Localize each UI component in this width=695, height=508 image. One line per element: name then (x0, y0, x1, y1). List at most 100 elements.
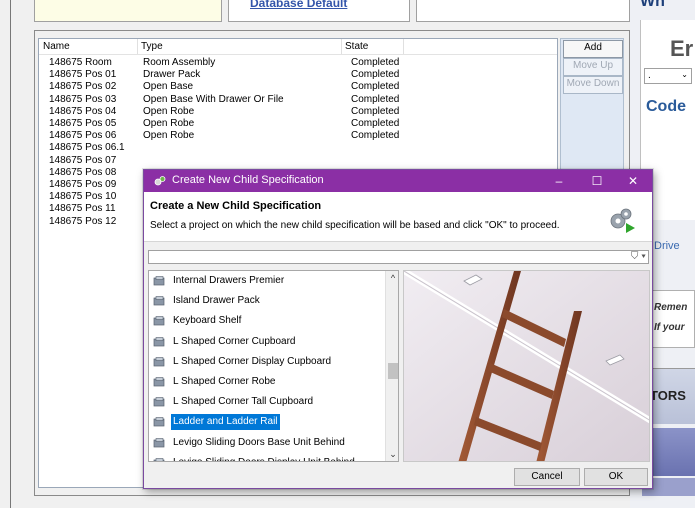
project-list-item-label: Levigo Sliding Doors Base Unit Behind (173, 436, 345, 448)
row-state: Completed (351, 105, 400, 117)
project-list-item[interactable]: Island Drawer Pack (153, 293, 381, 309)
project-icon (153, 397, 165, 407)
column-header-type[interactable]: Type (141, 41, 163, 52)
filter-icon[interactable]: ⛉ ▾ (626, 251, 646, 263)
row-name: 148675 Pos 06.1 (49, 142, 125, 154)
project-list-item[interactable]: Keyboard Shelf (153, 313, 381, 329)
row-name: 148675 Pos 11 (49, 203, 116, 215)
dialog-title: Create New Child Specification (172, 174, 324, 186)
row-type: Open Robe (143, 118, 195, 129)
project-list-item[interactable]: Levigo Sliding Doors Display Unit Behind (153, 455, 381, 461)
project-list-item[interactable]: Ladder and Ladder Rail (153, 414, 381, 431)
row-name: 148675 Pos 09 (49, 179, 117, 190)
cancel-button[interactable]: Cancel (514, 468, 580, 486)
project-list-item-label: Levigo Sliding Doors Display Unit Behind (171, 455, 357, 461)
top-left-panel (34, 0, 222, 22)
dialog-header: Create a New Child Specification Select … (144, 192, 652, 242)
project-icon (153, 296, 165, 306)
project-list-item[interactable]: L Shaped Corner Cupboard (153, 334, 381, 350)
dialog-title-bar[interactable]: Create New Child Specification – ☐ ✕ (144, 170, 652, 192)
row-state: Completed (351, 69, 400, 81)
reminder-text-1: Remen (654, 302, 688, 313)
project-list-item-label: Ladder and Ladder Rail (171, 414, 280, 431)
gears-icon (154, 176, 166, 186)
row-name: 148675 Pos 10 (49, 191, 117, 203)
database-link[interactable]: Database Default (250, 0, 390, 10)
project-list-item[interactable]: L Shaped Corner Display Cupboard (153, 354, 381, 370)
row-type: Open Robe (143, 130, 195, 142)
row-name: 148675 Pos 03 (49, 93, 117, 105)
project-icon (153, 336, 165, 346)
add-button[interactable]: Add (563, 40, 623, 58)
table-row[interactable]: 148675 Pos 06 Open Robe Completed (39, 130, 557, 142)
move-up-button[interactable]: Move Up (563, 58, 623, 76)
row-state: Completed (351, 81, 400, 93)
table-row[interactable]: 148675 Pos 07 (39, 155, 557, 167)
table-row[interactable]: 148675 Pos 05 Open Robe Completed (39, 118, 557, 130)
column-header-name[interactable]: Name (43, 41, 70, 52)
tors-label: TORS (650, 388, 686, 403)
table-row[interactable]: 148675 Pos 06.1 (39, 142, 557, 154)
table-row[interactable]: 148675 Pos 02 Open Base Completed (39, 81, 557, 93)
close-button[interactable]: ✕ (620, 172, 646, 190)
code-label: Code (646, 98, 686, 115)
project-list-item[interactable]: L Shaped Corner Robe (153, 374, 381, 390)
top-right-panel (416, 0, 630, 22)
project-icon (153, 417, 165, 427)
project-filter-input[interactable]: ⛉ ▾ (148, 250, 649, 264)
scroll-down-arrow-icon[interactable]: ⌄ (386, 447, 398, 461)
row-name: 148675 Room (49, 57, 112, 68)
row-type: Open Base With Drawer Or File (143, 93, 284, 105)
column-header-state[interactable]: State (345, 41, 368, 52)
minimize-button[interactable]: – (546, 172, 572, 190)
ok-button[interactable]: OK (584, 468, 648, 486)
project-icon (153, 457, 165, 461)
project-icon (153, 316, 165, 326)
project-list-item[interactable]: Levigo Sliding Doors Base Unit Behind (153, 435, 381, 451)
table-row[interactable]: 148675 Pos 01 Drawer Pack Completed (39, 69, 557, 81)
project-list-item[interactable]: Internal Drawers Premier (153, 273, 381, 289)
chevron-down-icon: ⌄ (681, 70, 688, 79)
column-separator[interactable] (403, 39, 404, 54)
reminder-box (646, 290, 695, 348)
table-row[interactable]: 148675 Pos 04 Open Robe Completed (39, 106, 557, 118)
scrollbar-thumb[interactable] (388, 363, 398, 379)
row-type: Open Robe (143, 105, 195, 117)
row-state: Completed (351, 93, 400, 105)
gears-icon (610, 208, 635, 233)
right-panel-dropdown[interactable]: . ⌄ (644, 68, 692, 84)
maximize-button[interactable]: ☐ (584, 172, 610, 190)
project-list-item[interactable]: L Shaped Corner Tall Cupboard (153, 394, 381, 410)
table-row[interactable]: 148675 Pos 03 Open Base With Drawer Or Fi… (39, 94, 557, 106)
dialog-heading: Create a New Child Specification (150, 200, 322, 212)
row-type: Room Assembly (143, 57, 216, 68)
drive-label: Drive (654, 240, 680, 252)
right-panel-top-text: Wh (640, 0, 665, 10)
row-name: 148675 Pos 02 (49, 81, 117, 93)
row-type: Open Base (143, 81, 194, 93)
row-type: Drawer Pack (143, 69, 201, 81)
move-down-button[interactable]: Move Down (563, 76, 623, 94)
row-name: 148675 Pos 12 (49, 215, 117, 227)
project-list-item-label: Island Drawer Pack (173, 295, 260, 307)
row-name: 148675 Pos 04 (49, 105, 117, 117)
ladder-preview-illustration (404, 271, 649, 461)
row-state: Completed (351, 118, 400, 129)
project-list-item-label: Keyboard Shelf (173, 315, 242, 327)
scroll-up-arrow-icon[interactable]: ^ (386, 271, 398, 285)
column-separator[interactable] (137, 39, 138, 54)
row-name: 148675 Pos 07 (49, 154, 117, 166)
project-list-scrollbar[interactable]: ^ ⌄ (385, 271, 398, 461)
project-preview-image (403, 270, 650, 462)
project-icon (153, 377, 165, 387)
dialog-instruction: Select a project on which the new child … (150, 220, 560, 231)
project-list-item-label: L Shaped Corner Cupboard (173, 335, 296, 347)
project-list-item-label: L Shaped Corner Robe (173, 376, 276, 387)
column-separator[interactable] (341, 39, 342, 54)
project-list-item-label: L Shaped Corner Tall Cupboard (173, 396, 314, 408)
right-panel-heading: Er (670, 36, 694, 61)
project-icon (153, 276, 165, 286)
project-list[interactable]: Internal Drawers Premier Island Drawer Pa… (148, 270, 399, 462)
table-row[interactable]: 148675 Room Room Assembly Completed (39, 57, 557, 69)
project-icon (153, 437, 165, 447)
